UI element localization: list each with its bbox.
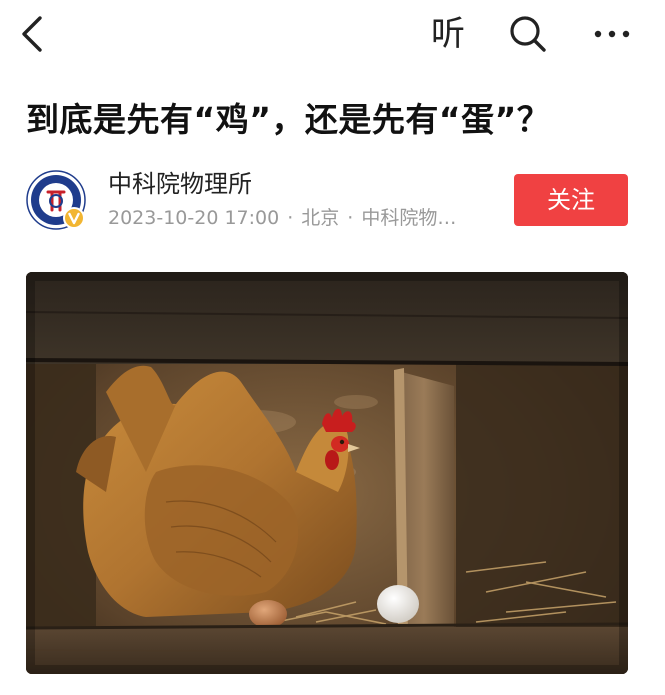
- author-avatar[interactable]: [26, 170, 88, 232]
- article-hero-image[interactable]: [26, 272, 628, 674]
- author-name[interactable]: 中科院物理所: [108, 166, 252, 202]
- chevron-left-icon: [22, 16, 42, 52]
- meta-separator: ·: [287, 207, 294, 229]
- publish-date: 2023-10-20 17:00: [108, 207, 280, 229]
- hen-with-eggs-photo: [26, 272, 628, 674]
- more-dots-icon: [594, 30, 630, 38]
- more-button[interactable]: [588, 14, 636, 54]
- listen-button[interactable]: 听: [426, 10, 470, 58]
- white-egg: [377, 585, 419, 623]
- publish-source: 中科院物…: [361, 207, 457, 229]
- search-icon: [510, 16, 546, 52]
- back-button[interactable]: [14, 12, 54, 56]
- top-nav-bar: 听: [0, 0, 665, 72]
- article-page: 听 到底是先有“鸡”，还是先有“蛋”？ 中科院物理所 2023-10-20 17…: [0, 0, 665, 695]
- search-button[interactable]: [506, 12, 550, 56]
- author-meta: 2023-10-20 17:00 · 北京 · 中科院物…: [108, 202, 456, 234]
- meta-separator: ·: [347, 207, 354, 229]
- follow-button[interactable]: 关注: [514, 174, 628, 226]
- publish-location: 北京: [301, 207, 340, 229]
- institute-logo-icon: [26, 170, 86, 230]
- article-title: 到底是先有“鸡”，还是先有“蛋”？: [26, 100, 551, 139]
- verified-badge-icon: [63, 207, 85, 229]
- brown-egg: [249, 600, 287, 628]
